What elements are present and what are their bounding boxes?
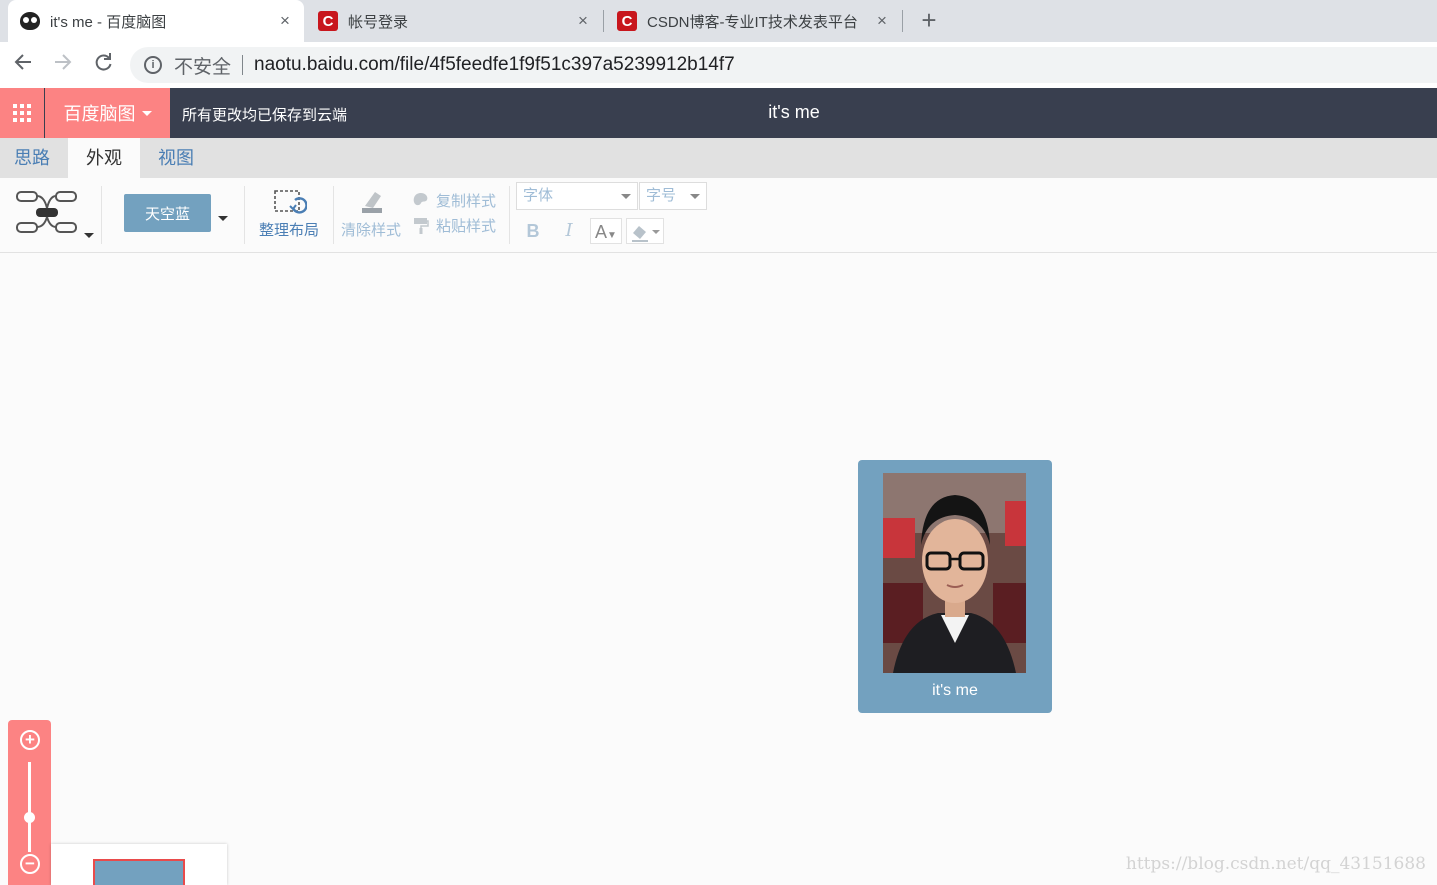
info-icon[interactable]: i: [144, 56, 162, 74]
tab-title: 帐号登录: [348, 13, 409, 31]
close-icon[interactable]: ×: [276, 11, 294, 31]
divider: [333, 186, 334, 244]
node-label: it's me: [932, 682, 978, 699]
grid-icon: [13, 104, 31, 122]
tab-divider: [603, 10, 604, 32]
caret-down-icon[interactable]: [218, 216, 228, 221]
ribbon-tabs: 思路 外观 视图: [0, 138, 1437, 178]
minimap-viewport[interactable]: [93, 859, 185, 885]
browser-tab[interactable]: C 帐号登录 ×: [306, 0, 602, 42]
forward-icon[interactable]: [49, 51, 77, 79]
tab-title: CSDN博客-专业IT技术发表平台: [647, 13, 858, 31]
font-color-label: A: [595, 222, 608, 242]
portrait-image: [883, 473, 1026, 673]
app-header: 百度脑图 所有更改均已保存到云端 it's me: [0, 88, 1437, 138]
close-icon[interactable]: ×: [873, 11, 891, 31]
mindmap-structure-icon: [16, 191, 77, 233]
save-status: 所有更改均已保存到云端: [182, 107, 348, 124]
copy-style-label: 复制样式: [436, 193, 497, 210]
browser-tab-active[interactable]: it's me - 百度脑图 ×: [8, 0, 304, 42]
template-picker[interactable]: [14, 188, 80, 236]
divider: [101, 186, 102, 244]
new-tab-button[interactable]: +: [914, 6, 944, 36]
paint-roller-icon: [414, 218, 429, 234]
reload-icon[interactable]: [89, 51, 117, 79]
tab-view[interactable]: 视图: [140, 138, 212, 178]
brand-menu-button[interactable]: 百度脑图: [45, 88, 170, 138]
copy-style-button[interactable]: 复制样式: [410, 188, 502, 212]
zoom-track[interactable]: [28, 762, 31, 852]
address-divider: [242, 55, 244, 75]
zoom-slider-handle[interactable]: [24, 812, 35, 823]
palette-icon: [413, 193, 428, 206]
tab-divider: [902, 10, 903, 32]
minimap[interactable]: [51, 844, 227, 885]
arrange-layout-label: 整理布局: [259, 222, 320, 239]
watermark: https://blog.csdn.net/qq_43151688: [1125, 854, 1426, 874]
font-family-value: 字体: [523, 187, 554, 204]
zoom-in-button[interactable]: +: [20, 730, 40, 750]
brand-label: 百度脑图: [63, 104, 136, 124]
divider: [244, 186, 245, 244]
csdn-icon: C: [318, 11, 338, 31]
owl-icon: [20, 11, 40, 31]
paste-style-label: 粘贴样式: [436, 218, 497, 235]
root-node[interactable]: it's me: [858, 460, 1052, 713]
tab-appearance[interactable]: 外观: [68, 138, 140, 178]
app-menu-button[interactable]: [0, 88, 44, 138]
zoom-out-button[interactable]: −: [20, 854, 40, 874]
theme-button[interactable]: 天空蓝: [124, 194, 211, 232]
back-icon[interactable]: [9, 51, 37, 79]
bold-button[interactable]: B: [520, 218, 546, 244]
italic-button[interactable]: I: [556, 218, 582, 244]
divider: [509, 186, 510, 244]
paste-style-button[interactable]: 粘贴样式: [410, 214, 502, 238]
tab-idea[interactable]: 思路: [0, 138, 64, 178]
document-title[interactable]: it's me: [744, 102, 844, 123]
fill-bucket-icon: [632, 226, 660, 242]
eraser-icon: [362, 192, 382, 213]
caret-down-icon: ▼: [607, 230, 617, 241]
security-label: 不安全: [174, 56, 232, 78]
font-family-select[interactable]: 字体: [516, 182, 638, 210]
browser-toolbar: i 不安全 naotu.baidu.com/file/4f5feedfe1f9f…: [0, 42, 1437, 88]
address-bar[interactable]: i 不安全 naotu.baidu.com/file/4f5feedfe1f9f…: [130, 47, 1437, 83]
close-icon[interactable]: ×: [574, 11, 592, 31]
caret-down-icon[interactable]: [84, 233, 94, 238]
font-color-button[interactable]: A▼: [590, 218, 622, 244]
browser-tab-strip: it's me - 百度脑图 × C 帐号登录 × C CSDN博客-专业IT技…: [0, 0, 1437, 42]
clear-style-label: 清除样式: [341, 222, 402, 239]
background-color-button[interactable]: [626, 218, 664, 244]
font-size-select[interactable]: 字号: [639, 182, 707, 210]
zoom-panel: + −: [8, 720, 51, 885]
appearance-ribbon: 天空蓝 整理布局 清除样式 复制样式 粘贴样式 字体 字号 B I A▼: [0, 178, 1437, 253]
arrange-layout-button[interactable]: 整理布局: [256, 186, 322, 246]
caret-down-icon: [621, 194, 631, 199]
clear-style-button[interactable]: 清除样式: [340, 186, 404, 246]
arrange-layout-icon: [274, 190, 307, 214]
font-size-value: 字号: [646, 187, 677, 204]
tab-title: it's me - 百度脑图: [50, 13, 167, 31]
caret-down-icon: [141, 110, 152, 116]
browser-tab[interactable]: C CSDN博客-专业IT技术发表平台 ×: [605, 0, 901, 42]
url-text[interactable]: naotu.baidu.com/file/4f5feedfe1f9f51c397…: [254, 54, 735, 76]
caret-down-icon: [690, 194, 700, 199]
csdn-icon: C: [617, 11, 637, 31]
